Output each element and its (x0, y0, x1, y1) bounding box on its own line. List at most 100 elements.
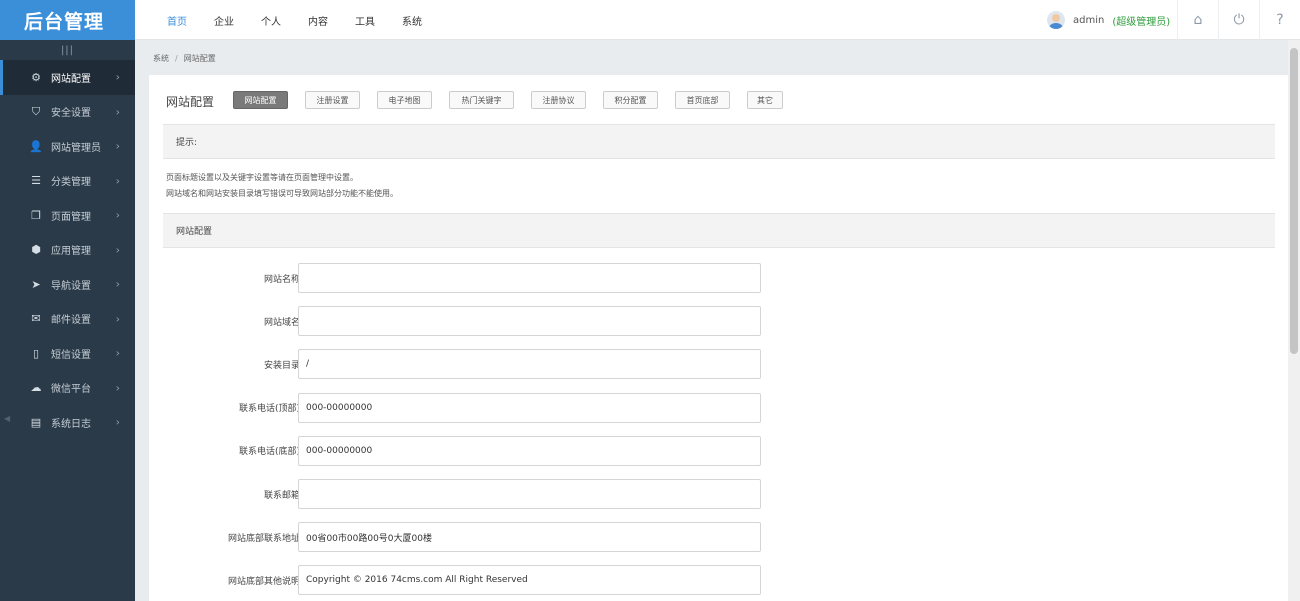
field-input[interactable] (298, 565, 761, 596)
phone-icon: ▯ (32, 346, 40, 360)
breadcrumb-separator: / (175, 54, 178, 63)
sidebar-item-label: 邮件设置 (51, 315, 91, 327)
chevron-right-icon: › (115, 70, 120, 84)
power-icon[interactable]: ⏻ (1218, 0, 1259, 40)
content-panel: 网站配置 网站配置 注册设置 电子地图 热门关键字 注册协议 积分配置 首页底部 其它 提示:… (149, 75, 1288, 601)
field-input[interactable] (298, 263, 761, 293)
field-label: 网站底部其他说明: (227, 576, 303, 587)
sidebar-item-5[interactable]: ⬢ 应用管理 › (0, 233, 135, 268)
sidebar-collapse-icon[interactable]: ||| (0, 40, 135, 60)
tab-item[interactable]: 电子地图 (377, 91, 432, 109)
sidebar-item-4[interactable]: ❐ 页面管理 › (0, 198, 135, 233)
user-role: (超级管理员) (1112, 16, 1171, 28)
breadcrumb: 系统 / 网站配置 (153, 53, 216, 64)
home-icon[interactable]: ⌂ (1177, 0, 1218, 40)
page-scrollbar[interactable] (1288, 40, 1300, 601)
sidebar-item-label: 系统日志 (51, 418, 91, 430)
tab-item[interactable]: 注册协议 (531, 91, 586, 109)
top-nav-item[interactable]: 内容 (308, 13, 328, 28)
form-header: 网站配置 (163, 213, 1275, 248)
chevron-right-icon: › (115, 277, 120, 291)
config-tabs: 网站配置 注册设置 电子地图 热门关键字 注册协议 积分配置 首页底部 其它 (233, 91, 783, 109)
chevron-right-icon: › (115, 346, 120, 360)
sidebar-nav: ⚙ 网站配置 › ⛉ 安全设置 › 👤 网站管理员 › ☰ 分类管理 › ❐ 页面管理 › ⬢ 应用管理 › ➤ 导航… (0, 60, 135, 440)
field-label: 网站底部联系地址: (227, 533, 303, 544)
form-row: 网站底部联系地址: (163, 522, 1063, 553)
chevron-right-icon: › (115, 139, 120, 153)
field-label: 联系电话(底部): (238, 447, 303, 458)
field-input[interactable] (298, 306, 761, 337)
field-input[interactable] (298, 435, 761, 466)
sidebar-item-1[interactable]: ⛉ 安全设置 › (0, 95, 135, 130)
gear-icon: ⚙ (31, 70, 41, 84)
field-input[interactable] (298, 349, 761, 380)
sidebar-item-3[interactable]: ☰ 分类管理 › (0, 164, 135, 199)
chevron-right-icon: › (115, 174, 120, 188)
chevron-right-icon: › (115, 208, 120, 222)
sidebar: 后台管理 ||| ⚙ 网站配置 › ⛉ 安全设置 › 👤 网站管理员 › ☰ 分类管理 › ❐ 页面管理 ›… (0, 0, 135, 601)
top-icons: ⌂ ⏻? (1177, 0, 1300, 40)
top-nav-item[interactable]: 企业 (214, 13, 234, 28)
tab-item[interactable]: 积分配置 (603, 91, 658, 109)
breadcrumb-item[interactable]: 系统 (153, 54, 169, 63)
sidebar-item-7[interactable]: ✉ 邮件设置 › (0, 302, 135, 337)
help-icon[interactable]: ? (1259, 0, 1300, 40)
mail-icon: ✉ (31, 312, 41, 326)
app-logo: 后台管理 (0, 0, 135, 40)
form-row: 安装目录: (163, 349, 1063, 380)
breadcrumb-item: 网站配置 (183, 54, 216, 63)
user-icon: 👤 (29, 139, 43, 153)
sidebar-item-10[interactable]: ▤ 系统日志 › (0, 405, 135, 440)
navigation-icon: ➤ (31, 277, 41, 291)
tips-text: 页面标题设置以及关键字设置等请在页面管理中设置。 网站域名和网站安装目录填写错误… (166, 170, 398, 202)
top-nav-item[interactable]: 首页 (167, 13, 187, 28)
sidebar-item-label: 网站管理员 (51, 142, 101, 154)
user-info[interactable]: admin (超级管理员) (1047, 11, 1170, 29)
tab-item[interactable]: 其它 (747, 91, 783, 109)
chevron-right-icon: › (115, 415, 120, 429)
field-input[interactable] (298, 522, 761, 553)
sidebar-item-label: 短信设置 (51, 349, 91, 361)
scrollbar-thumb[interactable] (1290, 48, 1298, 354)
sidebar-item-label: 微信平台 (51, 384, 91, 396)
wechat-icon: ☁ (30, 381, 42, 395)
sidebar-item-8[interactable]: ▯ 短信设置 › (0, 336, 135, 371)
sidebar-item-9[interactable]: ☁ 微信平台 › (0, 371, 135, 406)
sidebar-item-6[interactable]: ➤ 导航设置 › (0, 267, 135, 302)
form-row: 网站域名: (163, 306, 1063, 337)
shield-icon: ⛉ (31, 104, 41, 118)
page-title: 网站配置 (166, 95, 215, 109)
top-nav-item[interactable]: 个人 (261, 13, 281, 28)
chevron-right-icon: › (115, 243, 120, 257)
log-icon: ▤ (30, 415, 42, 429)
pages-icon: ❐ (31, 208, 41, 222)
tab-item[interactable]: 网站配置 (233, 91, 288, 109)
tab-item[interactable]: 注册设置 (305, 91, 360, 109)
chevron-right-icon: › (115, 381, 120, 395)
form-row: 联系电话(底部): (163, 435, 1063, 466)
tips-header: 提示: (163, 124, 1275, 159)
tab-item[interactable]: 热门关键字 (449, 91, 514, 109)
sidebar-item-label: 分类管理 (51, 177, 91, 189)
top-nav-item[interactable]: 系统 (402, 13, 422, 28)
top-bar: 首页 企业 个人 内容 工具 系统 admin (超级管理员) ⌂ ⏻? (135, 0, 1300, 40)
user-name: admin (1073, 14, 1105, 26)
chevron-right-icon: › (115, 105, 120, 119)
field-input[interactable] (298, 392, 761, 423)
tip-line: 网站域名和网站安装目录填写错误可导致网站部分功能不能使用。 (166, 189, 398, 198)
avatar (1047, 11, 1065, 29)
sidebar-item-0[interactable]: ⚙ 网站配置 › (0, 60, 135, 95)
sidebar-item-2[interactable]: 👤 网站管理员 › (0, 129, 135, 164)
sidebar-toggle-icon[interactable]: ◀ (4, 414, 10, 423)
top-nav: 首页 企业 个人 内容 工具 系统 (167, 0, 449, 40)
cube-icon: ⬢ (31, 243, 41, 257)
list-icon: ☰ (31, 174, 41, 188)
sidebar-item-label: 导航设置 (51, 280, 91, 292)
sidebar-item-label: 页面管理 (51, 211, 91, 223)
sidebar-item-label: 应用管理 (51, 246, 91, 258)
tab-item[interactable]: 首页底部 (675, 91, 730, 109)
top-nav-item[interactable]: 工具 (355, 13, 375, 28)
sidebar-item-label: 安全设置 (51, 108, 91, 120)
chevron-right-icon: › (115, 312, 120, 326)
field-input[interactable] (298, 479, 761, 509)
